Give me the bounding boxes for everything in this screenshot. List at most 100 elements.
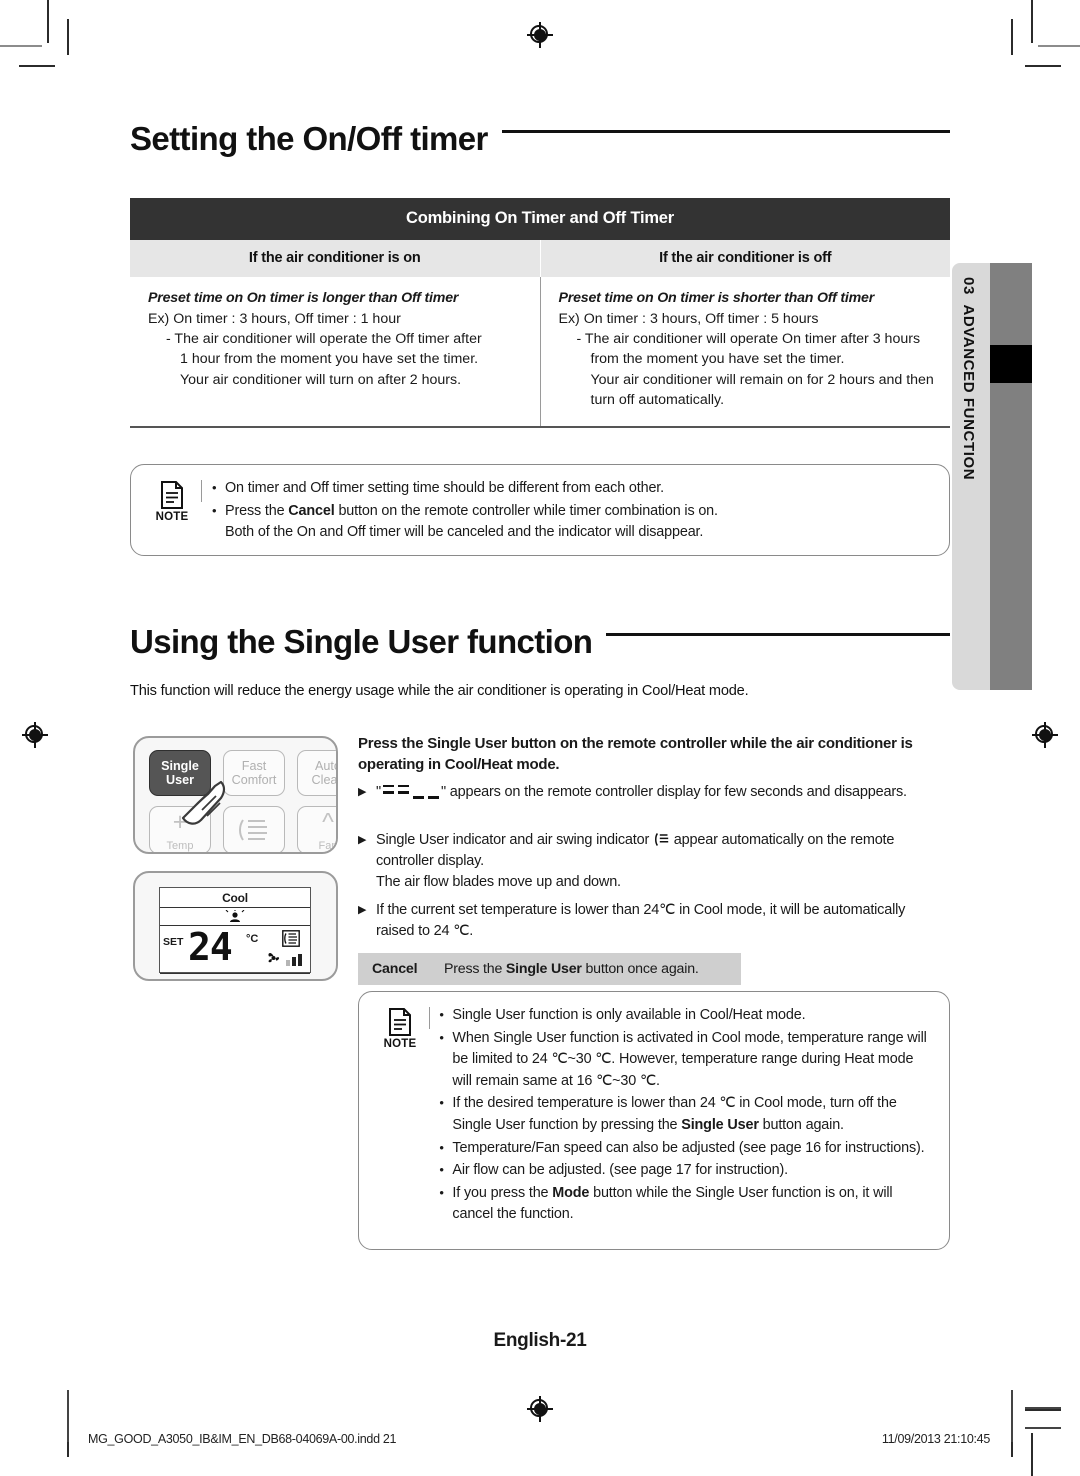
note-item-text: If you press the Mode button while the S…	[452, 1183, 933, 1226]
remote-button-fast-comfort[interactable]: Fast Comfort	[223, 750, 285, 796]
arrow-text-pre: Single User indicator and air swing indi…	[376, 832, 653, 848]
lcd-temperature-value: 24	[188, 925, 233, 969]
title-rule	[501, 130, 950, 133]
note-badge: NOTE	[373, 1005, 427, 1227]
seg-pair	[427, 784, 439, 799]
note-item: • On timer and Off timer setting time sh…	[212, 478, 933, 500]
cancel-label: Cancel	[372, 960, 418, 977]
crop-mark-tl-v2	[67, 19, 69, 55]
chapter-number: 03	[960, 277, 977, 295]
cancel-pre: Press the	[444, 960, 506, 977]
table-header-row: Combining On Timer and Off Timer	[130, 198, 950, 240]
remote-button-line1: Auto	[315, 758, 336, 773]
remote-button-line2: Comfort	[231, 773, 277, 787]
bullet-icon: •	[439, 1162, 444, 1178]
side-tab-label: 03 ADVANCED FUNCTION	[960, 277, 977, 480]
bullet-icon: •	[439, 1029, 444, 1045]
remote-button-single-user[interactable]: Single User	[149, 750, 211, 796]
chevron-up-icon: ^	[322, 807, 334, 836]
note-list: • On timer and Off timer setting time sh…	[212, 478, 933, 545]
cell-cont: turn off automatically.	[590, 391, 725, 408]
note-text-pre: If you press the	[452, 1184, 553, 1201]
crop-mark-tr-v	[1031, 0, 1033, 43]
cell-cont: 1 hour from the moment you have set the …	[180, 351, 479, 368]
arrow-text-extra: The air flow blades move up and down.	[376, 874, 621, 891]
note-item-text: Single User function is only available i…	[452, 1007, 806, 1023]
note-label: NOTE	[383, 1038, 417, 1050]
footer-rule-right	[1011, 1390, 1013, 1442]
remote-button-temp-up[interactable]: + Temp	[149, 806, 211, 852]
note-item: • When Single User function is activated…	[439, 1028, 933, 1093]
fan-bar	[298, 954, 302, 966]
cell-emphasis: Preset time on On timer is shorter than …	[558, 290, 875, 306]
timer-comparison-table: Combining On Timer and Off Timer If the …	[130, 198, 950, 428]
note-box-single-user: NOTE • Single User function is only avai…	[358, 991, 950, 1250]
triangle-right-icon: ▶	[358, 786, 367, 798]
arrow-item-3: ▶ If the current set temperature is lowe…	[358, 900, 943, 942]
cancel-bold: Single User	[505, 960, 582, 977]
note-text-post: button on the remote controller while ti…	[334, 502, 718, 519]
note-text-sub: Both of the On and Off timer will be can…	[225, 524, 704, 541]
cancel-instruction-strip: Cancel Press the Single User button once…	[358, 953, 741, 985]
registration-mark-left	[22, 722, 48, 748]
remote-button-line1: Fast	[241, 758, 267, 773]
air-swing-icon	[654, 833, 669, 846]
lead-bold: Single User	[427, 735, 507, 752]
arrow-item-1: ▶ " " appears on the remote controller di…	[358, 782, 948, 803]
table-subheader-row: If the air conditioner is on If the air …	[130, 240, 950, 277]
bullet-icon: •	[439, 1095, 444, 1111]
remote-button-line2: User	[165, 773, 194, 787]
note-item-text: When Single User function is activated i…	[452, 1029, 927, 1089]
bullet-icon: •	[439, 1184, 444, 1200]
arrow-item-text: If the current set temperature is lower …	[376, 902, 906, 940]
cell-dash: - The air conditioner will operate the O…	[166, 331, 482, 348]
lcd-indicator-row	[160, 908, 310, 926]
bullet-icon: •	[212, 480, 217, 495]
section-title-single-user: Using the Single User function	[130, 625, 950, 658]
cell-example: Ex) On timer : 3 hours, Off timer : 1 ho…	[148, 311, 401, 328]
quote-open: "	[376, 784, 381, 800]
remote-lcd-graphic: Cool SET 24 °C	[133, 871, 338, 981]
lcd-mode-label: Cool	[160, 888, 310, 908]
note-item-text: If the desired temperature is lower than…	[452, 1093, 933, 1136]
crop-mark-tl-v	[47, 0, 49, 43]
seg-pair	[412, 784, 424, 799]
crop-mark-tl-h2	[19, 65, 55, 67]
bullet-icon: •	[212, 502, 217, 518]
cell-dash: - The air conditioner will operate On ti…	[576, 331, 921, 348]
note-item: • Press the Cancel button on the remote …	[212, 501, 933, 544]
lcd-screen: Cool SET 24 °C	[159, 887, 311, 974]
note-item: • Single User function is only available…	[439, 1005, 933, 1027]
remote-button-fan-up[interactable]: ^ Fan	[297, 806, 338, 852]
note-box-timer: NOTE • On timer and Off timer setting ti…	[130, 464, 950, 556]
side-tab-active-block	[990, 345, 1032, 383]
remote-controller-graphic: Single User Fast Comfort Auto Clean + Te…	[133, 736, 338, 854]
footer-timestamp: 11/09/2013 21:10:45	[881, 1432, 990, 1446]
crop-mark-br-v	[1031, 1433, 1033, 1476]
page-number-label: English-21	[493, 1330, 587, 1351]
lead-pre: Press the	[358, 735, 428, 752]
note-text-bold: Single User	[681, 1117, 759, 1134]
note-divider	[201, 480, 202, 502]
lcd-temperature-row: SET 24 °C	[160, 926, 310, 974]
note-item: • If the desired temperature is lower th…	[439, 1093, 933, 1136]
side-tab-bar	[990, 263, 1032, 690]
lcd-air-swing-icon	[282, 930, 300, 947]
registration-mark-right	[1032, 722, 1058, 748]
bullet-icon: •	[439, 1139, 444, 1155]
section-heading: Using the Single User function	[130, 623, 593, 660]
note-text-bold: Mode	[552, 1184, 590, 1201]
lcd-segment-display-graphic	[382, 784, 439, 799]
remote-button-air-swing[interactable]	[223, 806, 285, 852]
cell-emphasis: Preset time on On timer is longer than O…	[148, 290, 459, 306]
note-badge: NOTE	[145, 478, 199, 545]
note-item-text: Press the Cancel button on the remote co…	[225, 501, 933, 544]
note-item: • Temperature/Fan speed can also be adju…	[439, 1138, 933, 1160]
arrow-item-suffix: " appears on the remote controller displ…	[440, 784, 907, 800]
note-item: • Air flow can be adjusted. (see page 17…	[439, 1160, 933, 1182]
note-item-text: Temperature/Fan speed can also be adjust…	[452, 1139, 925, 1156]
remote-button-caption: Fan	[318, 839, 338, 852]
crop-mark-tl-h	[0, 45, 42, 47]
remote-button-auto-clean[interactable]: Auto Clean	[297, 750, 336, 796]
arrow-item-text: Single User indicator and air swing indi…	[376, 830, 948, 893]
